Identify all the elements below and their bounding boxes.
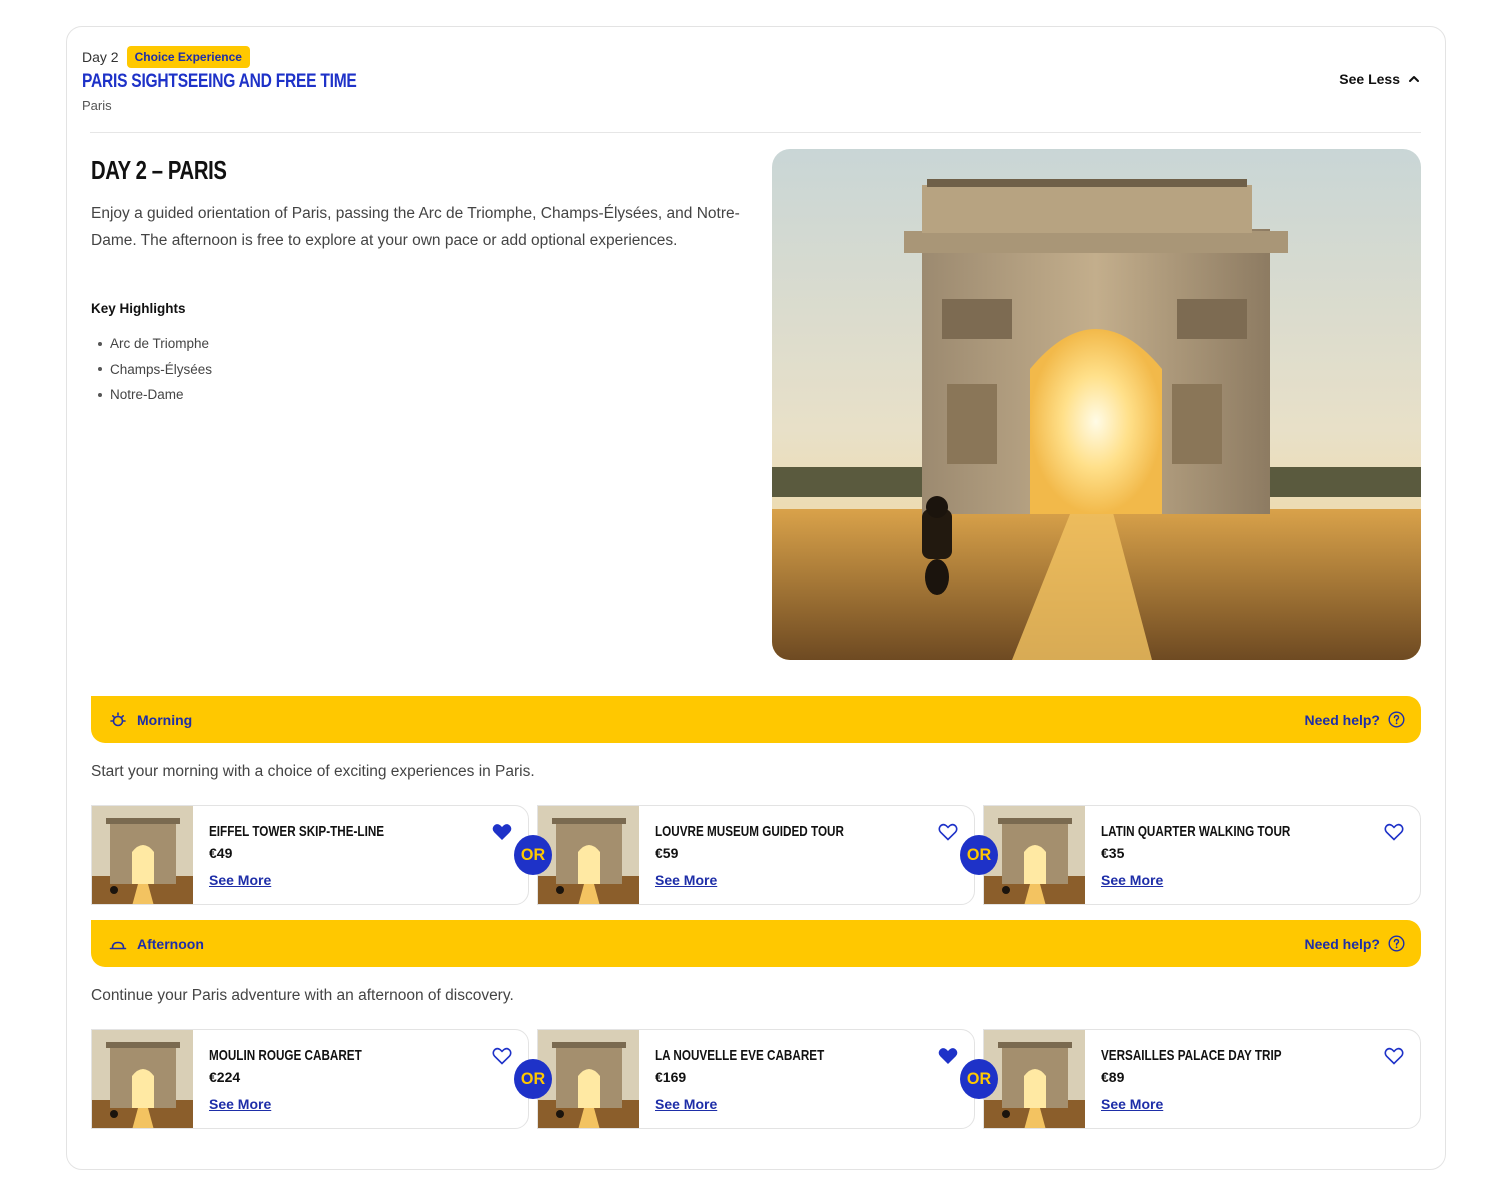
option-price: €35 <box>1101 845 1125 861</box>
option-name: Latin Quarter Walking Tour <box>1101 823 1291 840</box>
chevron-up-icon <box>1409 76 1419 82</box>
arc-de-triomphe-photo <box>772 149 1421 660</box>
day-header: Day 2 Choice Experience <box>82 46 250 68</box>
need-help-button[interactable]: Need help? <box>1305 711 1405 728</box>
option-thumbnail <box>984 1030 1085 1128</box>
option-thumbnail <box>92 806 193 904</box>
sun-icon <box>110 711 126 726</box>
option-thumbnail <box>984 806 1085 904</box>
heart-filled-icon[interactable] <box>938 1047 958 1065</box>
day-body-title: DAY 2 – PARIS <box>91 155 227 185</box>
option-card[interactable]: Latin Quarter Walking Tour €35 See More <box>983 805 1421 905</box>
heart-outline-icon[interactable] <box>492 1047 512 1065</box>
option-price: €89 <box>1101 1069 1125 1085</box>
options-row-morning: Eiffel Tower Skip-the-Line €49 See More … <box>91 805 1421 905</box>
need-help-label: Need help? <box>1304 935 1380 952</box>
need-help-button[interactable]: Need help? <box>1305 935 1405 952</box>
section-label: Morning <box>137 711 193 728</box>
day-label: Day 2 <box>82 49 119 65</box>
section-bar-left: Morning <box>109 711 192 729</box>
option-name: Eiffel Tower Skip-the-Line <box>209 823 385 840</box>
see-more-link[interactable]: See More <box>655 1096 717 1112</box>
option-card[interactable]: La Nouvelle Eve Cabaret €169 See More <box>537 1029 975 1129</box>
help-circle-icon <box>1388 711 1405 728</box>
need-help-label: Need help? <box>1304 711 1380 728</box>
see-less-label: See Less <box>1339 71 1400 87</box>
or-divider-badge: OR <box>960 1059 998 1099</box>
heart-outline-icon[interactable] <box>1384 823 1404 841</box>
highlight-item: Champs-Élysées <box>98 357 212 383</box>
highlight-item: Notre-Dame <box>98 382 212 408</box>
option-card[interactable]: Moulin Rouge Cabaret €224 See More <box>91 1029 529 1129</box>
key-highlights-list: Arc de Triomphe Champs-Élysées Notre-Dam… <box>98 331 212 408</box>
option-card[interactable]: Versailles Palace Day Trip €89 See More <box>983 1029 1421 1129</box>
sunset-icon <box>109 941 127 949</box>
option-thumbnail <box>538 1030 639 1128</box>
choice-experience-badge: Choice Experience <box>126 46 250 68</box>
see-more-link[interactable]: See More <box>209 1096 271 1112</box>
or-divider-badge: OR <box>514 1059 552 1099</box>
options-row-afternoon: Moulin Rouge Cabaret €224 See More La No… <box>91 1029 1421 1129</box>
see-more-link[interactable]: See More <box>1101 1096 1163 1112</box>
section-intro: Continue your Paris adventure with an af… <box>91 987 514 1004</box>
option-price: €169 <box>655 1069 687 1085</box>
highlight-item: Arc de Triomphe <box>98 331 212 357</box>
option-name: Versailles Palace Day Trip <box>1101 1047 1282 1064</box>
option-thumbnail <box>92 1030 193 1128</box>
section-intro: Start your morning with a choice of exci… <box>91 763 535 780</box>
see-more-link[interactable]: See More <box>1101 872 1163 888</box>
section-label: Afternoon <box>137 935 204 952</box>
or-divider-badge: OR <box>514 835 552 875</box>
option-price: €224 <box>209 1069 241 1085</box>
option-price: €59 <box>655 845 679 861</box>
or-divider-badge: OR <box>960 835 998 875</box>
heart-outline-icon[interactable] <box>938 823 958 841</box>
heart-outline-icon[interactable] <box>1384 1047 1404 1065</box>
hero-image <box>772 149 1421 660</box>
option-thumbnail <box>538 806 639 904</box>
day-location: Paris <box>82 98 112 113</box>
see-more-link[interactable]: See More <box>655 872 717 888</box>
help-circle-icon <box>1388 935 1405 952</box>
option-name: Moulin Rouge Cabaret <box>209 1047 362 1064</box>
day-description: Enjoy a guided orientation of Paris, pas… <box>91 205 740 249</box>
option-card[interactable]: Eiffel Tower Skip-the-Line €49 See More <box>91 805 529 905</box>
key-highlights-title: Key Highlights <box>91 301 186 316</box>
see-less-button[interactable]: See Less <box>1339 71 1420 87</box>
option-card[interactable]: Louvre Museum Guided Tour €59 See More <box>537 805 975 905</box>
day-title: PARIS SIGHTSEEING AND FREE TIME <box>82 71 357 92</box>
see-more-link[interactable]: See More <box>209 872 271 888</box>
option-name: La Nouvelle Eve Cabaret <box>655 1047 825 1064</box>
section-bar-left: Afternoon <box>109 935 204 953</box>
section-bar-afternoon: Afternoon Need help? <box>91 920 1421 967</box>
option-price: €49 <box>209 845 233 861</box>
option-name: Louvre Museum Guided Tour <box>655 823 844 840</box>
heart-filled-icon[interactable] <box>492 823 512 841</box>
header-divider <box>90 132 1421 133</box>
section-bar-morning: Morning Need help? <box>91 696 1421 743</box>
